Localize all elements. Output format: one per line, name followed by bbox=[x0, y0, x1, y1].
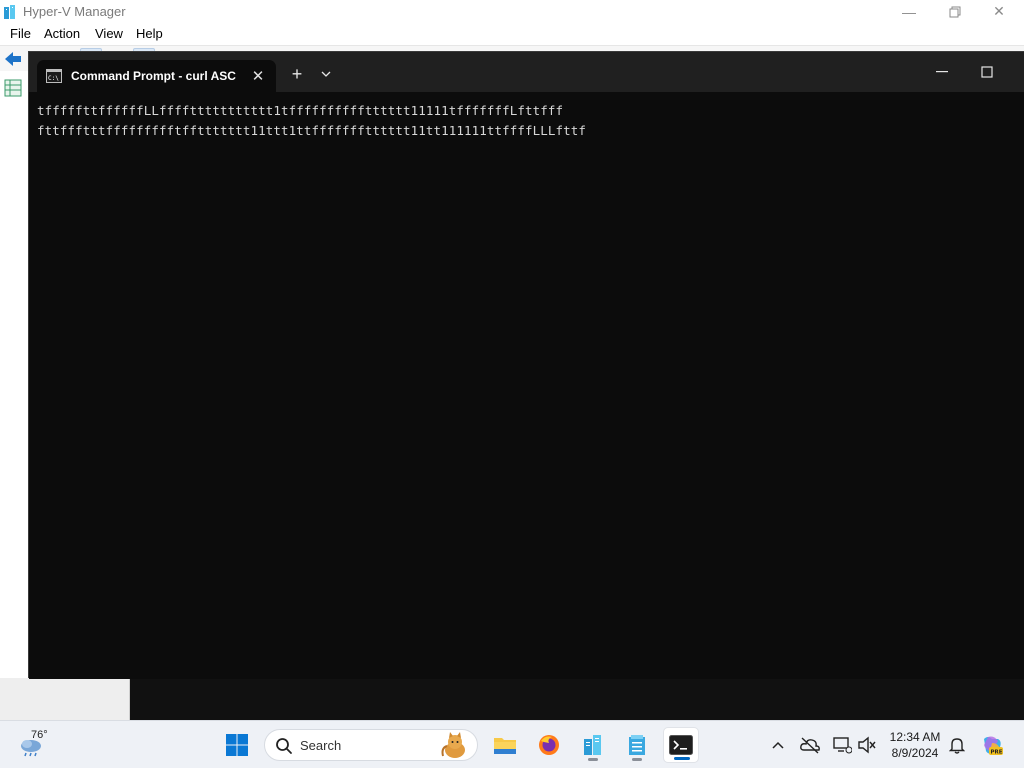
hyperv-tree-icon[interactable] bbox=[4, 79, 22, 97]
notification-bell-icon[interactable] bbox=[945, 733, 969, 757]
close-icon[interactable]: ✕ bbox=[976, 0, 1022, 23]
hyperv-connect-button[interactable] bbox=[619, 727, 655, 763]
back-arrow-icon[interactable] bbox=[3, 49, 23, 69]
search-icon bbox=[275, 737, 293, 755]
taskbar-clock[interactable]: 12:34 AM 8/9/2024 bbox=[880, 729, 950, 761]
hyperv-tree-pane bbox=[0, 71, 30, 696]
vm-connect-icon bbox=[629, 735, 645, 755]
new-tab-icon[interactable]: + bbox=[285, 62, 309, 86]
firefox-button[interactable] bbox=[531, 727, 567, 763]
clock-date: 8/9/2024 bbox=[891, 746, 939, 760]
firefox-icon bbox=[539, 735, 559, 755]
hyperv-menubar: File Action View Help bbox=[0, 23, 1024, 45]
terminal-tab-bar: C:\ Command Prompt - curl ASC ✕ + bbox=[29, 52, 1024, 92]
minimize-icon[interactable]: — bbox=[886, 0, 932, 23]
search-placeholder: Search bbox=[300, 738, 342, 753]
command-prompt-icon: C:\ bbox=[46, 69, 62, 83]
chevron-down-icon[interactable] bbox=[315, 63, 337, 85]
tab-close-icon[interactable]: ✕ bbox=[247, 65, 269, 87]
copilot-pre-icon[interactable]: PRE bbox=[980, 733, 1004, 757]
terminal-tab-title: Command Prompt - curl ASC bbox=[71, 69, 236, 83]
file-explorer-button[interactable] bbox=[487, 727, 523, 763]
folder-icon bbox=[494, 738, 516, 754]
menu-action[interactable]: Action bbox=[44, 26, 80, 41]
windows-logo-icon bbox=[226, 734, 248, 756]
search-highlight-cat-icon bbox=[439, 732, 471, 760]
terminal-output[interactable]: tfffffttffffffLLffffttttttttttt1tfffffff… bbox=[29, 92, 1024, 679]
running-indicator bbox=[588, 758, 598, 761]
clock-time: 12:34 AM bbox=[889, 730, 941, 744]
menu-view[interactable]: View bbox=[95, 26, 123, 41]
start-button[interactable] bbox=[219, 727, 255, 763]
terminal-icon bbox=[669, 735, 693, 755]
terminal-minimize-icon[interactable] bbox=[919, 60, 965, 84]
terminal-maximize-icon[interactable] bbox=[964, 60, 1010, 84]
terminal-tab[interactable]: C:\ Command Prompt - curl ASC ✕ bbox=[37, 60, 276, 92]
terminal-output-line: tfffffttffffffLLffffttttttttttt1tfffffff… bbox=[37, 103, 564, 118]
taskbar-search-box[interactable]: Search bbox=[264, 729, 478, 761]
onedrive-offline-icon[interactable] bbox=[798, 733, 822, 757]
active-indicator bbox=[674, 757, 690, 760]
menu-help[interactable]: Help bbox=[136, 26, 163, 41]
svg-text:PRE: PRE bbox=[991, 750, 1003, 756]
hyperv-icon bbox=[584, 735, 601, 755]
terminal-taskbar-button[interactable] bbox=[663, 727, 699, 763]
taskbar: 76° Search 12:34 AM 8/9/2024 PRE bbox=[0, 720, 1024, 768]
running-indicator bbox=[632, 758, 642, 761]
hyperv-taskbar-button[interactable] bbox=[575, 727, 611, 763]
chevron-up-icon[interactable] bbox=[766, 733, 790, 757]
volume-muted-icon[interactable] bbox=[855, 733, 879, 757]
hyperv-title: Hyper-V Manager bbox=[23, 4, 126, 19]
terminal-window: C:\ Command Prompt - curl ASC ✕ + tfffff… bbox=[28, 51, 1024, 679]
hyperv-bottom-pane bbox=[0, 678, 130, 720]
hyperv-app-icon bbox=[3, 4, 19, 20]
menu-file[interactable]: File bbox=[10, 26, 31, 41]
restore-icon[interactable] bbox=[932, 0, 978, 23]
hyperv-bottom-dark-area bbox=[130, 678, 1024, 720]
svg-text:C:\: C:\ bbox=[48, 75, 59, 82]
network-icon[interactable] bbox=[830, 733, 854, 757]
terminal-output-line: fttffftttffffffffftffttttttt11ttt1ttffff… bbox=[37, 123, 587, 138]
hyperv-titlebar: Hyper-V Manager — ✕ bbox=[0, 0, 1024, 23]
weather-temperature: 76° bbox=[31, 729, 48, 741]
